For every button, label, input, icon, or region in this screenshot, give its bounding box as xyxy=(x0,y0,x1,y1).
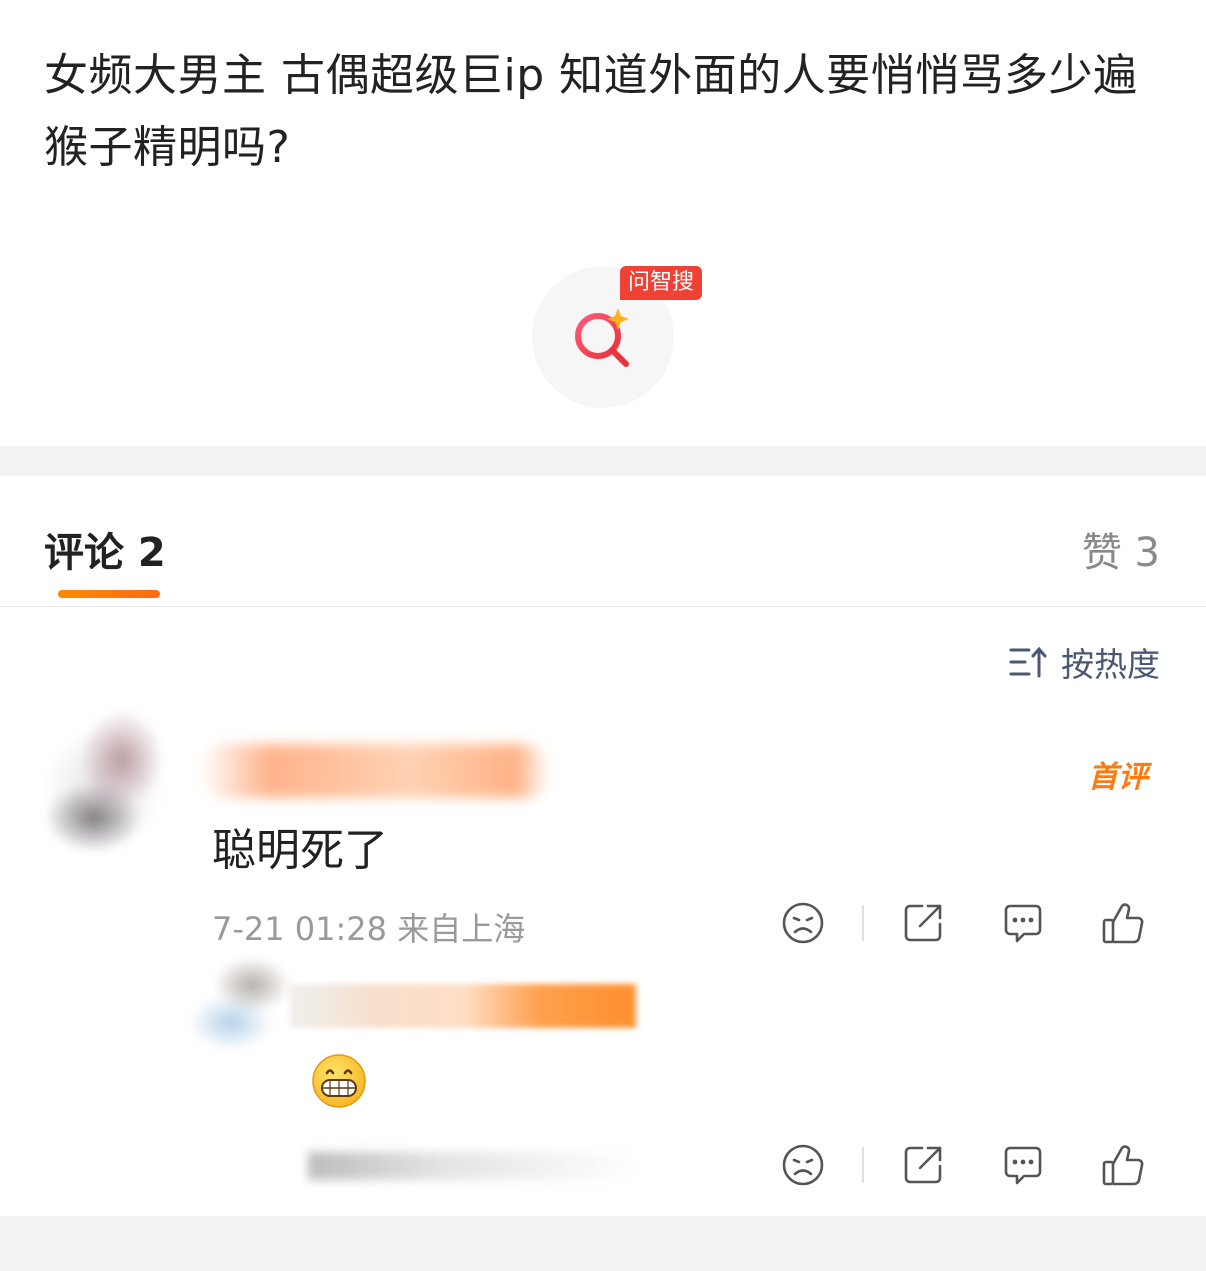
frown-icon[interactable] xyxy=(780,1142,826,1188)
bottom-band xyxy=(0,1216,1206,1271)
share-icon[interactable] xyxy=(900,1142,946,1188)
sort-arrow-icon xyxy=(1009,646,1047,678)
zhisou-button[interactable]: 问智搜 xyxy=(532,266,722,416)
comment-actions xyxy=(780,900,1160,946)
avatar[interactable] xyxy=(8,688,198,888)
tabs-divider xyxy=(0,606,1206,607)
reply-actions xyxy=(780,1142,1160,1188)
comment-icon[interactable] xyxy=(1000,900,1046,946)
section-gap xyxy=(0,446,1206,476)
action-divider xyxy=(862,1147,864,1183)
sort-label: 按热度 xyxy=(1061,645,1160,684)
zhisou-search-sparkle-icon xyxy=(575,308,629,367)
tab-comments[interactable]: 评论 2 xyxy=(44,520,166,578)
post-text: 女频大男主 古偶超级巨ip 知道外面的人要悄悄骂多少遍猴子精明吗? xyxy=(44,50,1138,173)
grin-emoji xyxy=(312,1054,366,1108)
reply-meta-redacted xyxy=(308,1152,638,1180)
zhisou-badge: 问智搜 xyxy=(620,266,703,300)
comment-text: 聪明死了 xyxy=(212,825,388,876)
first-comment-badge: 首评 xyxy=(1088,760,1148,795)
tab-likes[interactable]: 赞 3 xyxy=(1082,520,1160,578)
action-divider xyxy=(862,905,864,941)
sort-button[interactable]: 按热度 xyxy=(1009,638,1160,686)
comment-tabs: 评论 2 赞 3 xyxy=(0,476,1206,606)
avatar[interactable] xyxy=(168,940,308,1090)
share-icon[interactable] xyxy=(900,900,946,946)
username-redacted[interactable] xyxy=(290,984,636,1028)
comment-icon[interactable] xyxy=(1000,1142,1046,1188)
frown-icon[interactable] xyxy=(780,900,826,946)
username-redacted[interactable] xyxy=(200,744,550,798)
like-icon[interactable] xyxy=(1100,1142,1146,1188)
tab-active-underline xyxy=(58,590,160,598)
like-icon[interactable] xyxy=(1100,900,1146,946)
